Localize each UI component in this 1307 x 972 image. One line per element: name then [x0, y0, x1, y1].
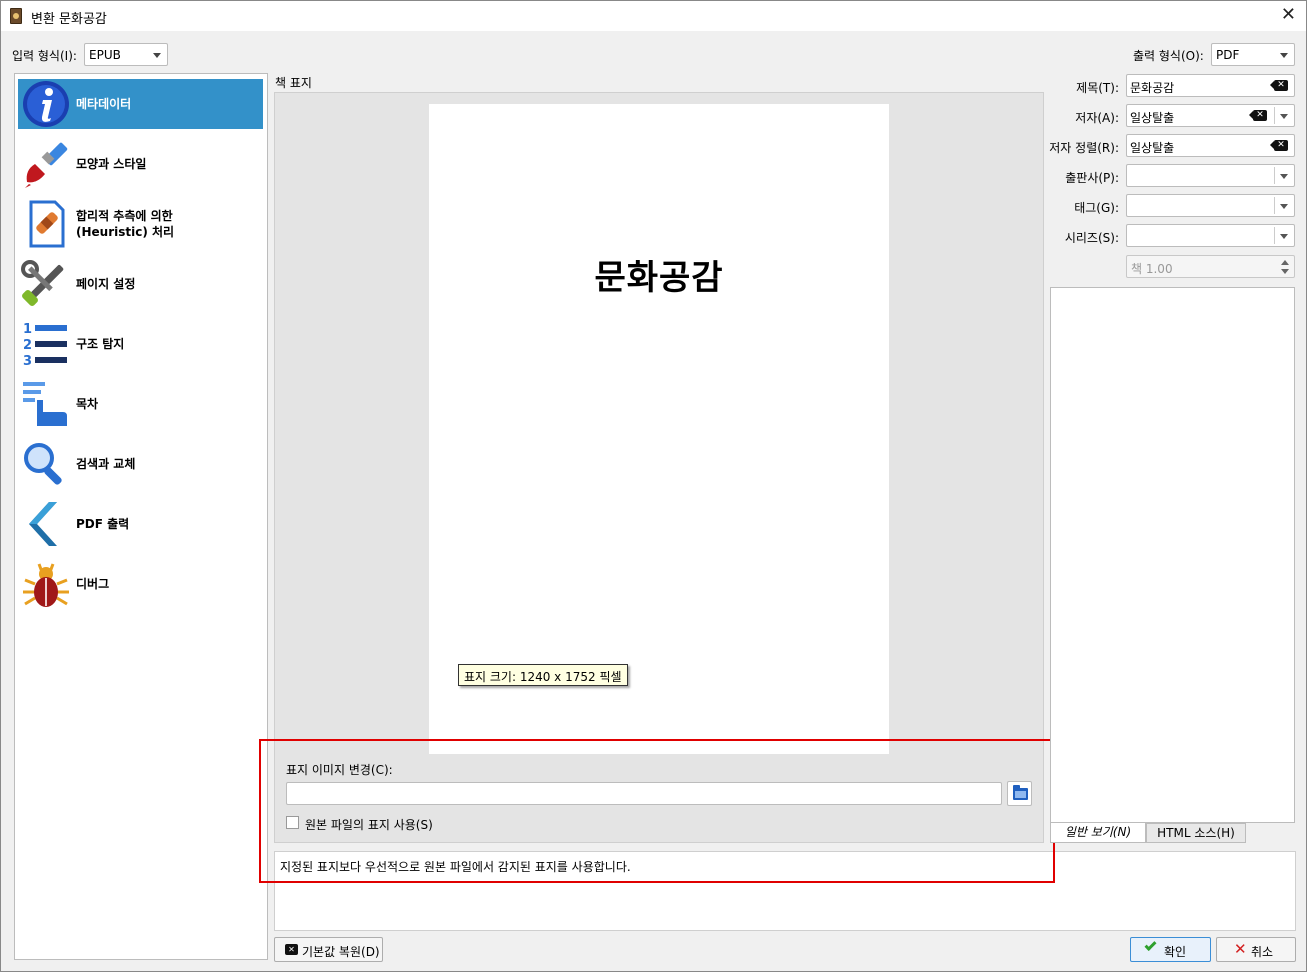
sidebar-item-label: 구조 탐지: [76, 337, 125, 351]
clear-icon[interactable]: ✕: [1270, 80, 1288, 91]
close-icon: ✕: [1234, 940, 1247, 958]
help-description-text: 지정된 표지보다 우선적으로 원본 파일에서 감지된 표지를 사용합니다.: [280, 860, 631, 874]
pointing-hand-icon: [23, 382, 67, 426]
cancel-label: 취소: [1251, 945, 1274, 959]
series-combo[interactable]: [1126, 224, 1295, 247]
use-source-cover-checkbox[interactable]: [286, 816, 299, 829]
author-value: 일상탈출: [1130, 111, 1175, 125]
combo-divider: [1274, 107, 1275, 124]
clear-icon[interactable]: ✕: [1270, 140, 1288, 151]
help-description-box: 지정된 표지보다 우선적으로 원본 파일에서 감지된 표지를 사용합니다.: [274, 851, 1296, 931]
sidebar-item-label: 목차: [76, 397, 99, 411]
convert-dialog: 변환 문화공감 ✕ 입력 형식(I): EPUB 출력 형식(O): PDF 메…: [0, 0, 1307, 972]
chevron-down-icon: [1280, 53, 1288, 58]
author-sort-input[interactable]: 일상탈출 ✕: [1126, 134, 1295, 157]
sidebar-item-label: 모양과 스타일: [76, 157, 147, 171]
combo-divider: [1274, 167, 1275, 184]
sidebar: 메타데이터 모양과 스타일 합리적 추측에 의한 (Heuristic) 처리: [14, 73, 268, 960]
combo-divider: [1274, 227, 1275, 244]
chevron-down-icon[interactable]: [1280, 234, 1288, 239]
folder-open-icon: [1013, 785, 1028, 800]
sidebar-item-pdf-output[interactable]: PDF 출력: [18, 499, 263, 549]
use-source-cover-label: 원본 파일의 표지 사용(S): [305, 818, 433, 832]
window-title: 변환 문화공감: [31, 12, 107, 27]
document-bandage-icon: [29, 200, 65, 248]
sidebar-item-label: 메타데이터: [76, 97, 132, 111]
tags-combo[interactable]: [1126, 194, 1295, 217]
sidebar-item-toc[interactable]: 목차: [18, 379, 263, 429]
cover-size-tooltip: 표지 크기: 1240 x 1752 픽셀: [458, 664, 628, 686]
bug-icon: [23, 563, 69, 607]
tab-html-source[interactable]: HTML 소스(H): [1146, 823, 1246, 843]
book-cover-group-label: 책 표지: [275, 76, 312, 90]
spin-down-icon[interactable]: [1281, 269, 1289, 274]
sidebar-item-label-line2: (Heuristic) 처리: [76, 225, 175, 239]
sidebar-item-search-replace[interactable]: 검색과 교체: [18, 439, 263, 489]
sidebar-item-heuristic[interactable]: 합리적 추측에 의한 (Heuristic) 처리: [18, 199, 263, 249]
sidebar-item-metadata[interactable]: 메타데이터: [18, 79, 263, 129]
clear-icon[interactable]: ✕: [1249, 110, 1267, 121]
output-format-value: PDF: [1216, 48, 1240, 62]
chevron-left-icon: [29, 502, 57, 546]
numbered-list-icon: 1 2 3: [23, 322, 67, 368]
cover-image: 문화공감: [429, 104, 889, 754]
info-icon: [23, 81, 69, 127]
close-icon[interactable]: ✕: [1281, 4, 1296, 25]
input-format-value: EPUB: [89, 48, 121, 62]
author-sort-label: 저자 정렬(R):: [1049, 141, 1119, 155]
input-format-select[interactable]: EPUB: [84, 43, 168, 66]
sidebar-item-structure-detection[interactable]: 1 2 3 구조 탐지: [18, 319, 263, 369]
browse-cover-button[interactable]: [1007, 781, 1032, 806]
tab-normal-view[interactable]: 일반 보기(N): [1050, 823, 1146, 843]
author-label: 저자(A):: [1075, 111, 1119, 125]
title-value: 문화공감: [1130, 81, 1175, 95]
ok-label: 확인: [1164, 945, 1187, 959]
publisher-label: 출판사(P):: [1065, 171, 1119, 185]
publisher-combo[interactable]: [1126, 164, 1295, 187]
output-format-select[interactable]: PDF: [1211, 43, 1295, 66]
checkmark-icon: [1144, 938, 1157, 952]
svg-text:2: 2: [23, 338, 32, 353]
comments-editor[interactable]: [1050, 287, 1295, 823]
chevron-down-icon: [153, 53, 161, 58]
author-sort-value: 일상탈출: [1130, 141, 1175, 155]
clear-icon: ✕: [285, 944, 298, 955]
sidebar-item-label: 디버그: [76, 577, 110, 591]
author-combo[interactable]: 일상탈출 ✕: [1126, 104, 1295, 127]
restore-defaults-button[interactable]: ✕ 기본값 복원(D): [274, 937, 383, 962]
combo-divider: [1274, 197, 1275, 214]
paintbrush-icon: [25, 142, 68, 188]
series-index-spinbox[interactable]: 책 1.00: [1126, 255, 1295, 278]
svg-text:3: 3: [23, 354, 32, 368]
title-input[interactable]: 문화공감 ✕: [1126, 74, 1295, 97]
series-index-value: 책 1.00: [1131, 262, 1173, 276]
sidebar-item-look-and-feel[interactable]: 모양과 스타일: [18, 139, 263, 189]
chevron-down-icon[interactable]: [1280, 174, 1288, 179]
cover-title-text: 문화공감: [594, 258, 724, 298]
sidebar-item-debug[interactable]: 디버그: [18, 559, 263, 609]
svg-text:1: 1: [23, 322, 32, 337]
sidebar-item-page-setup[interactable]: 페이지 설정: [18, 259, 263, 309]
sidebar-item-label: 검색과 교체: [76, 457, 136, 471]
wrench-screwdriver-icon: [21, 260, 64, 306]
sidebar-item-label: 페이지 설정: [76, 277, 136, 291]
tags-label: 태그(G):: [1074, 201, 1119, 215]
input-format-label: 입력 형식(I):: [12, 49, 77, 63]
ok-button[interactable]: 확인: [1130, 937, 1211, 962]
chevron-down-icon[interactable]: [1280, 204, 1288, 209]
change-cover-label: 표지 이미지 변경(C):: [286, 763, 393, 777]
sidebar-item-label: PDF 출력: [76, 517, 130, 531]
cover-path-input[interactable]: [286, 782, 1002, 805]
chevron-down-icon[interactable]: [1280, 114, 1288, 119]
sidebar-item-label: 합리적 추측에 의한: [76, 209, 173, 223]
app-icon: [10, 8, 22, 24]
series-label: 시리즈(S):: [1064, 231, 1119, 245]
title-label: 제목(T):: [1076, 81, 1119, 95]
magnifier-icon: [24, 443, 62, 485]
spin-up-icon[interactable]: [1281, 260, 1289, 265]
cancel-button[interactable]: ✕ 취소: [1216, 937, 1296, 962]
restore-defaults-label: 기본값 복원(D): [302, 945, 380, 959]
output-format-label: 출력 형식(O):: [1133, 49, 1204, 63]
title-bar: 변환 문화공감 ✕: [1, 1, 1306, 31]
